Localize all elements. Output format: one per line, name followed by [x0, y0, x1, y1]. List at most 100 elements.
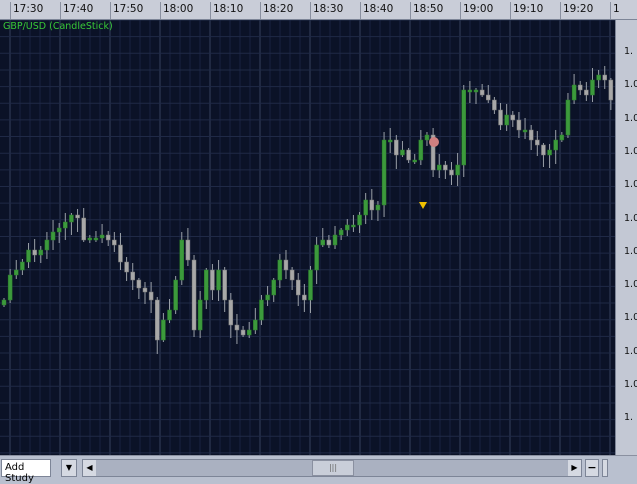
candle-up: [93, 237, 99, 241]
time-label: 18:50: [413, 3, 444, 15]
candle-up: [522, 129, 528, 133]
horizontal-scrollbar[interactable]: ◀ ||| ▶: [82, 459, 582, 477]
candle-down: [289, 269, 295, 281]
candle-down: [32, 249, 37, 256]
candle-down: [295, 279, 301, 296]
candle-up: [204, 269, 209, 301]
time-tick: [410, 2, 411, 19]
candle-up: [455, 164, 460, 176]
candle-up: [553, 139, 558, 151]
candle-down: [479, 89, 485, 96]
time-tick: [110, 2, 111, 19]
candle-down: [283, 259, 289, 271]
price-label: 1.0: [624, 379, 637, 390]
candle-up: [473, 89, 479, 93]
add-study-select[interactable]: Add Study: [1, 459, 51, 484]
candle-down: [124, 261, 129, 273]
chevron-down-icon[interactable]: ▼: [61, 459, 77, 477]
candle-down: [394, 139, 399, 156]
time-tick: [160, 2, 161, 19]
price-label: 1.: [624, 46, 634, 57]
time-tick: [60, 2, 61, 19]
candle-down: [142, 287, 148, 293]
candle-up: [596, 74, 601, 81]
candle-down: [516, 119, 522, 131]
candle-up: [424, 134, 430, 141]
candle-up: [271, 279, 276, 296]
candle-up: [332, 234, 338, 246]
price-label: 1.0: [624, 345, 637, 357]
candle-up: [565, 99, 571, 136]
zoom-in-button[interactable]: [602, 459, 608, 477]
candle-down: [81, 217, 86, 241]
candlestick-chart[interactable]: [0, 20, 615, 455]
time-tick: [10, 2, 11, 19]
candle-down: [105, 234, 111, 241]
zoom-out-button[interactable]: −: [585, 459, 599, 477]
candle-down: [541, 144, 546, 156]
candle-down: [302, 294, 307, 301]
candle-down: [486, 94, 491, 101]
candle-up: [314, 244, 319, 271]
time-label: 19:20: [563, 3, 594, 15]
time-label: 17:50: [113, 3, 144, 15]
scroll-left-icon[interactable]: ◀: [83, 460, 96, 476]
time-tick: [460, 2, 461, 19]
price-label: 1.0: [624, 279, 637, 291]
candle-up: [277, 259, 283, 281]
candle-down: [406, 149, 411, 161]
candle-down: [535, 139, 540, 146]
candle-down: [191, 259, 197, 331]
time-tick: [360, 2, 361, 19]
price-label: 1.0: [624, 145, 637, 157]
time-label: 19:10: [513, 3, 544, 15]
candle-up: [547, 149, 552, 156]
candle-up: [1, 299, 7, 306]
candle-up: [412, 159, 417, 163]
candle-up: [357, 214, 362, 226]
candle-down: [584, 89, 589, 96]
candle-up: [167, 309, 172, 321]
time-label: 17:30: [13, 3, 44, 15]
price-label: 1.0: [624, 179, 637, 191]
candle-up: [363, 199, 368, 216]
price-axis: 1. 1.0 1.0 1.0 1.0 1.0 1.0 1.0 1.0 1.0 1.0 1.: [615, 20, 637, 455]
price-label: 1.0: [624, 245, 637, 257]
candle-down: [492, 99, 497, 111]
candle-up: [400, 149, 405, 156]
scroll-thumb[interactable]: |||: [312, 460, 354, 476]
candle-up: [265, 294, 270, 301]
time-tick: [610, 2, 611, 19]
time-label: 19:00: [463, 3, 494, 15]
candle-up: [259, 299, 264, 321]
candle-up: [44, 239, 50, 251]
candle-down: [112, 239, 117, 246]
candle-up: [38, 249, 44, 256]
chart-title: GBP/USD (CandleStick): [3, 21, 113, 32]
time-tick: [310, 2, 311, 19]
candle-up: [56, 227, 62, 233]
scroll-right-icon[interactable]: ▶: [568, 460, 581, 476]
candle-up: [246, 329, 252, 336]
time-label: 1: [613, 3, 620, 15]
time-tick: [560, 2, 561, 19]
candle-up: [467, 89, 473, 93]
time-label: 18:20: [263, 3, 294, 15]
candle-down: [369, 199, 375, 211]
candle-up: [26, 249, 31, 263]
candle-down: [240, 329, 246, 336]
candle-down: [608, 79, 614, 101]
candle-up: [69, 214, 74, 223]
candle-down: [185, 239, 191, 261]
candle-up: [197, 299, 203, 331]
time-label: 18:10: [213, 3, 244, 15]
candle-up: [50, 231, 56, 241]
bottom-toolbar: Add Study ▼ ◀ ||| ▶ −: [0, 455, 637, 484]
candle-up: [14, 269, 19, 276]
candle-up: [461, 89, 466, 166]
candle-down: [528, 129, 534, 141]
candle-up: [559, 134, 565, 141]
candle-down: [234, 324, 240, 331]
candle-up: [308, 269, 313, 301]
candle-down: [498, 109, 503, 126]
